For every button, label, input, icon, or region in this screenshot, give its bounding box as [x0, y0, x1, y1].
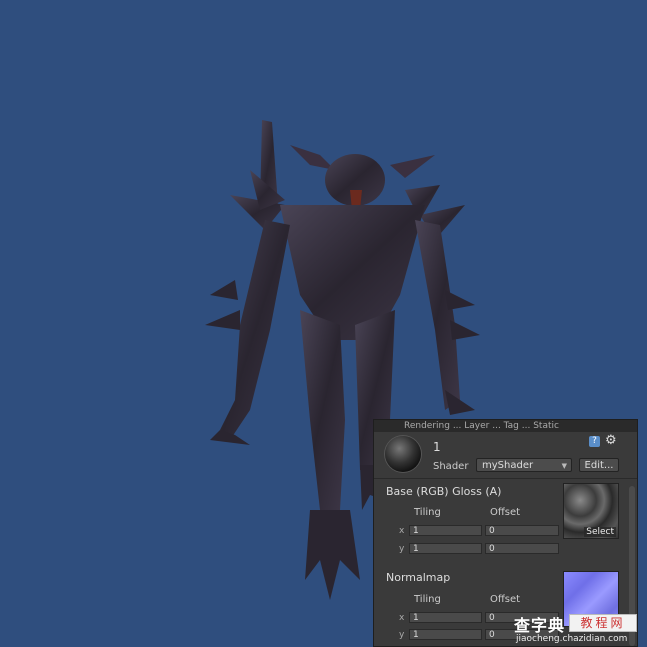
edit-shader-button[interactable]: Edit... [579, 458, 619, 472]
offset-header: Offset [490, 594, 521, 605]
x-label: x [399, 613, 405, 623]
shader-label: Shader [433, 461, 469, 472]
tiling-header: Tiling [414, 594, 441, 605]
help-icon[interactable]: ? [589, 436, 600, 447]
y-label: y [399, 544, 405, 554]
gear-icon[interactable]: ⚙ [605, 433, 617, 448]
material-preview-sphere [385, 436, 421, 472]
inspector-header-strip: Rendering ... Layer ... Tag ... Static [374, 420, 637, 432]
shader-dropdown[interactable]: myShader ▼ [476, 458, 572, 472]
divider [374, 478, 637, 479]
chevron-down-icon: ▼ [561, 462, 567, 470]
offset-x-field[interactable]: 0 [485, 525, 559, 536]
y-label: y [399, 630, 405, 640]
tiling-y-field[interactable]: 1 [409, 629, 482, 640]
tiling-x-field[interactable]: 1 [409, 525, 482, 536]
x-label: x [399, 526, 405, 536]
property-title-base: Base (RGB) Gloss (A) [386, 485, 502, 498]
offset-header: Offset [490, 507, 521, 518]
property-title-normalmap: Normalmap [386, 571, 451, 584]
tiling-header: Tiling [414, 507, 441, 518]
select-texture-button[interactable]: Select [584, 527, 616, 537]
offset-y-field[interactable]: 0 [485, 543, 559, 554]
watermark-box-text: 教程网 [569, 614, 637, 632]
watermark-url: jiaocheng.chazidian.com [516, 634, 628, 644]
tiling-y-field[interactable]: 1 [409, 543, 482, 554]
material-name: 1 [433, 440, 441, 454]
tiling-x-field[interactable]: 1 [409, 612, 482, 623]
shader-dropdown-value: myShader [482, 460, 534, 471]
site-watermark: 查字典 教程网 jiaocheng.chazidian.com [514, 612, 640, 646]
watermark-main-text: 查字典 [514, 616, 566, 635]
base-texture-thumbnail[interactable]: Select [563, 483, 619, 539]
